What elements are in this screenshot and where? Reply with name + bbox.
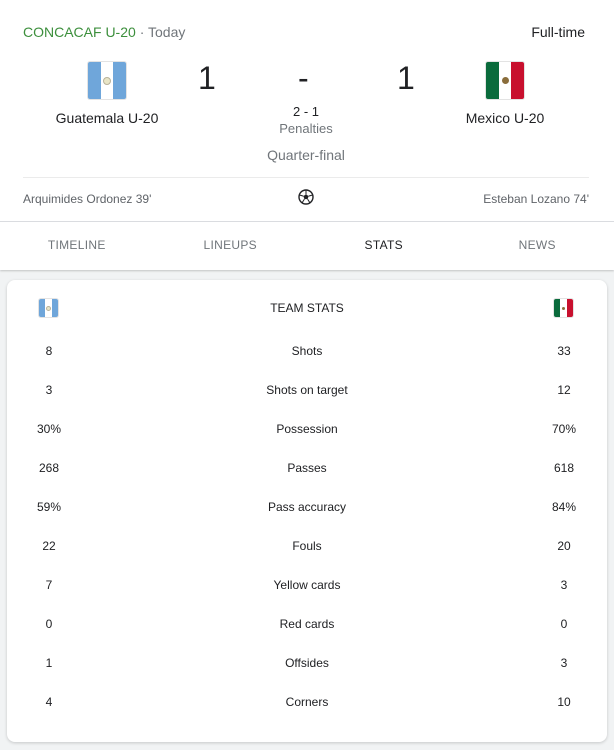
divider [23,177,589,178]
stat-row-passes: 268 Passes 618 [7,449,607,488]
score-dash: - [298,60,309,96]
home-stat-value: 1 [45,656,53,670]
away-stat-value: 33 [557,344,571,358]
stat-row-offsides: 1 Offsides 3 [7,644,607,683]
home-stat-value: 4 [45,695,53,709]
tab-news[interactable]: NEWS [461,222,614,268]
home-team-name[interactable]: Guatemala U-20 [27,110,187,126]
stat-label: Fouls [292,539,322,553]
stat-label: Yellow cards [273,578,341,592]
stat-row-possession: 30% Possession 70% [7,410,607,449]
stat-label: Pass accuracy [267,500,347,514]
soccer-ball-icon [298,189,314,205]
separator: · [139,24,145,40]
stat-label: Corners [285,695,329,709]
home-stat-value: 22 [42,539,56,553]
stat-label: Red cards [279,617,335,631]
stat-label: Shots on target [266,383,348,397]
team-stats-header: TEAM STATS [7,297,607,321]
home-stat-value: 8 [45,344,53,358]
away-stat-value: 3 [560,578,568,592]
home-stat-value: 7 [45,578,53,592]
penalty-label: Penalties [279,121,333,136]
away-stat-value: 10 [557,695,571,709]
home-goal-scorer: Arquimides Ordonez 39' [23,192,152,206]
away-stat-value: 618 [553,461,575,475]
stats-rows: 8 Shots 33 3 Shots on target 12 30% Poss… [7,332,607,722]
tab-lineups[interactable]: LINEUPS [154,222,308,268]
away-stat-value: 20 [557,539,571,553]
stat-row-red-cards: 0 Red cards 0 [7,605,607,644]
team-stats-card: TEAM STATS 8 Shots 33 3 Shots on target … [7,280,607,742]
penalty-score: 2 - 1 [292,104,319,119]
stat-row-fouls: 22 Fouls 20 [7,527,607,566]
away-team-name[interactable]: Mexico U-20 [425,110,585,126]
away-stat-value: 12 [557,383,571,397]
away-score: 1 [397,60,415,96]
match-tabs: TIMELINE LINEUPS STATS NEWS [0,222,614,268]
home-stat-value: 30% [36,422,62,436]
stat-row-yellow-cards: 7 Yellow cards 3 [7,566,607,605]
mexico-flag-icon [554,299,573,317]
home-stat-value: 59% [36,500,62,514]
home-stat-value: 3 [45,383,53,397]
away-stat-value: 3 [560,656,568,670]
away-stat-value: 70% [551,422,577,436]
tab-stats[interactable]: STATS [307,222,461,268]
home-score: 1 [198,60,216,96]
stat-label: Possession [276,422,338,436]
stat-row-shots-on-target: 3 Shots on target 12 [7,371,607,410]
league-name-link[interactable]: CONCACAF U-20 [23,24,136,40]
match-stage: Quarter-final [267,147,345,163]
home-stat-value: 0 [45,617,53,631]
league-line: CONCACAF U-20 · Today [23,24,185,40]
away-stat-value: 0 [560,617,568,631]
stat-label: Shots [291,344,323,358]
tab-timeline[interactable]: TIMELINE [0,222,154,268]
away-goal-scorer: Esteban Lozano 74' [483,192,589,206]
team-stats-title: TEAM STATS [270,301,344,315]
stat-row-pass-accuracy: 59% Pass accuracy 84% [7,488,607,527]
stat-label: Offsides [285,656,329,670]
stat-label: Passes [287,461,327,475]
guatemala-flag-icon [39,299,58,317]
home-stat-value: 268 [38,461,60,475]
guatemala-flag-icon[interactable] [88,62,126,99]
match-status: Full-time [531,24,585,40]
mexico-flag-icon[interactable] [486,62,524,99]
away-stat-value: 84% [551,500,577,514]
match-header: CONCACAF U-20 · Today Full-time Guatemal… [0,0,614,270]
stat-row-corners: 4 Corners 10 [7,683,607,722]
stat-row-shots: 8 Shots 33 [7,332,607,371]
match-date: Today [148,24,186,40]
